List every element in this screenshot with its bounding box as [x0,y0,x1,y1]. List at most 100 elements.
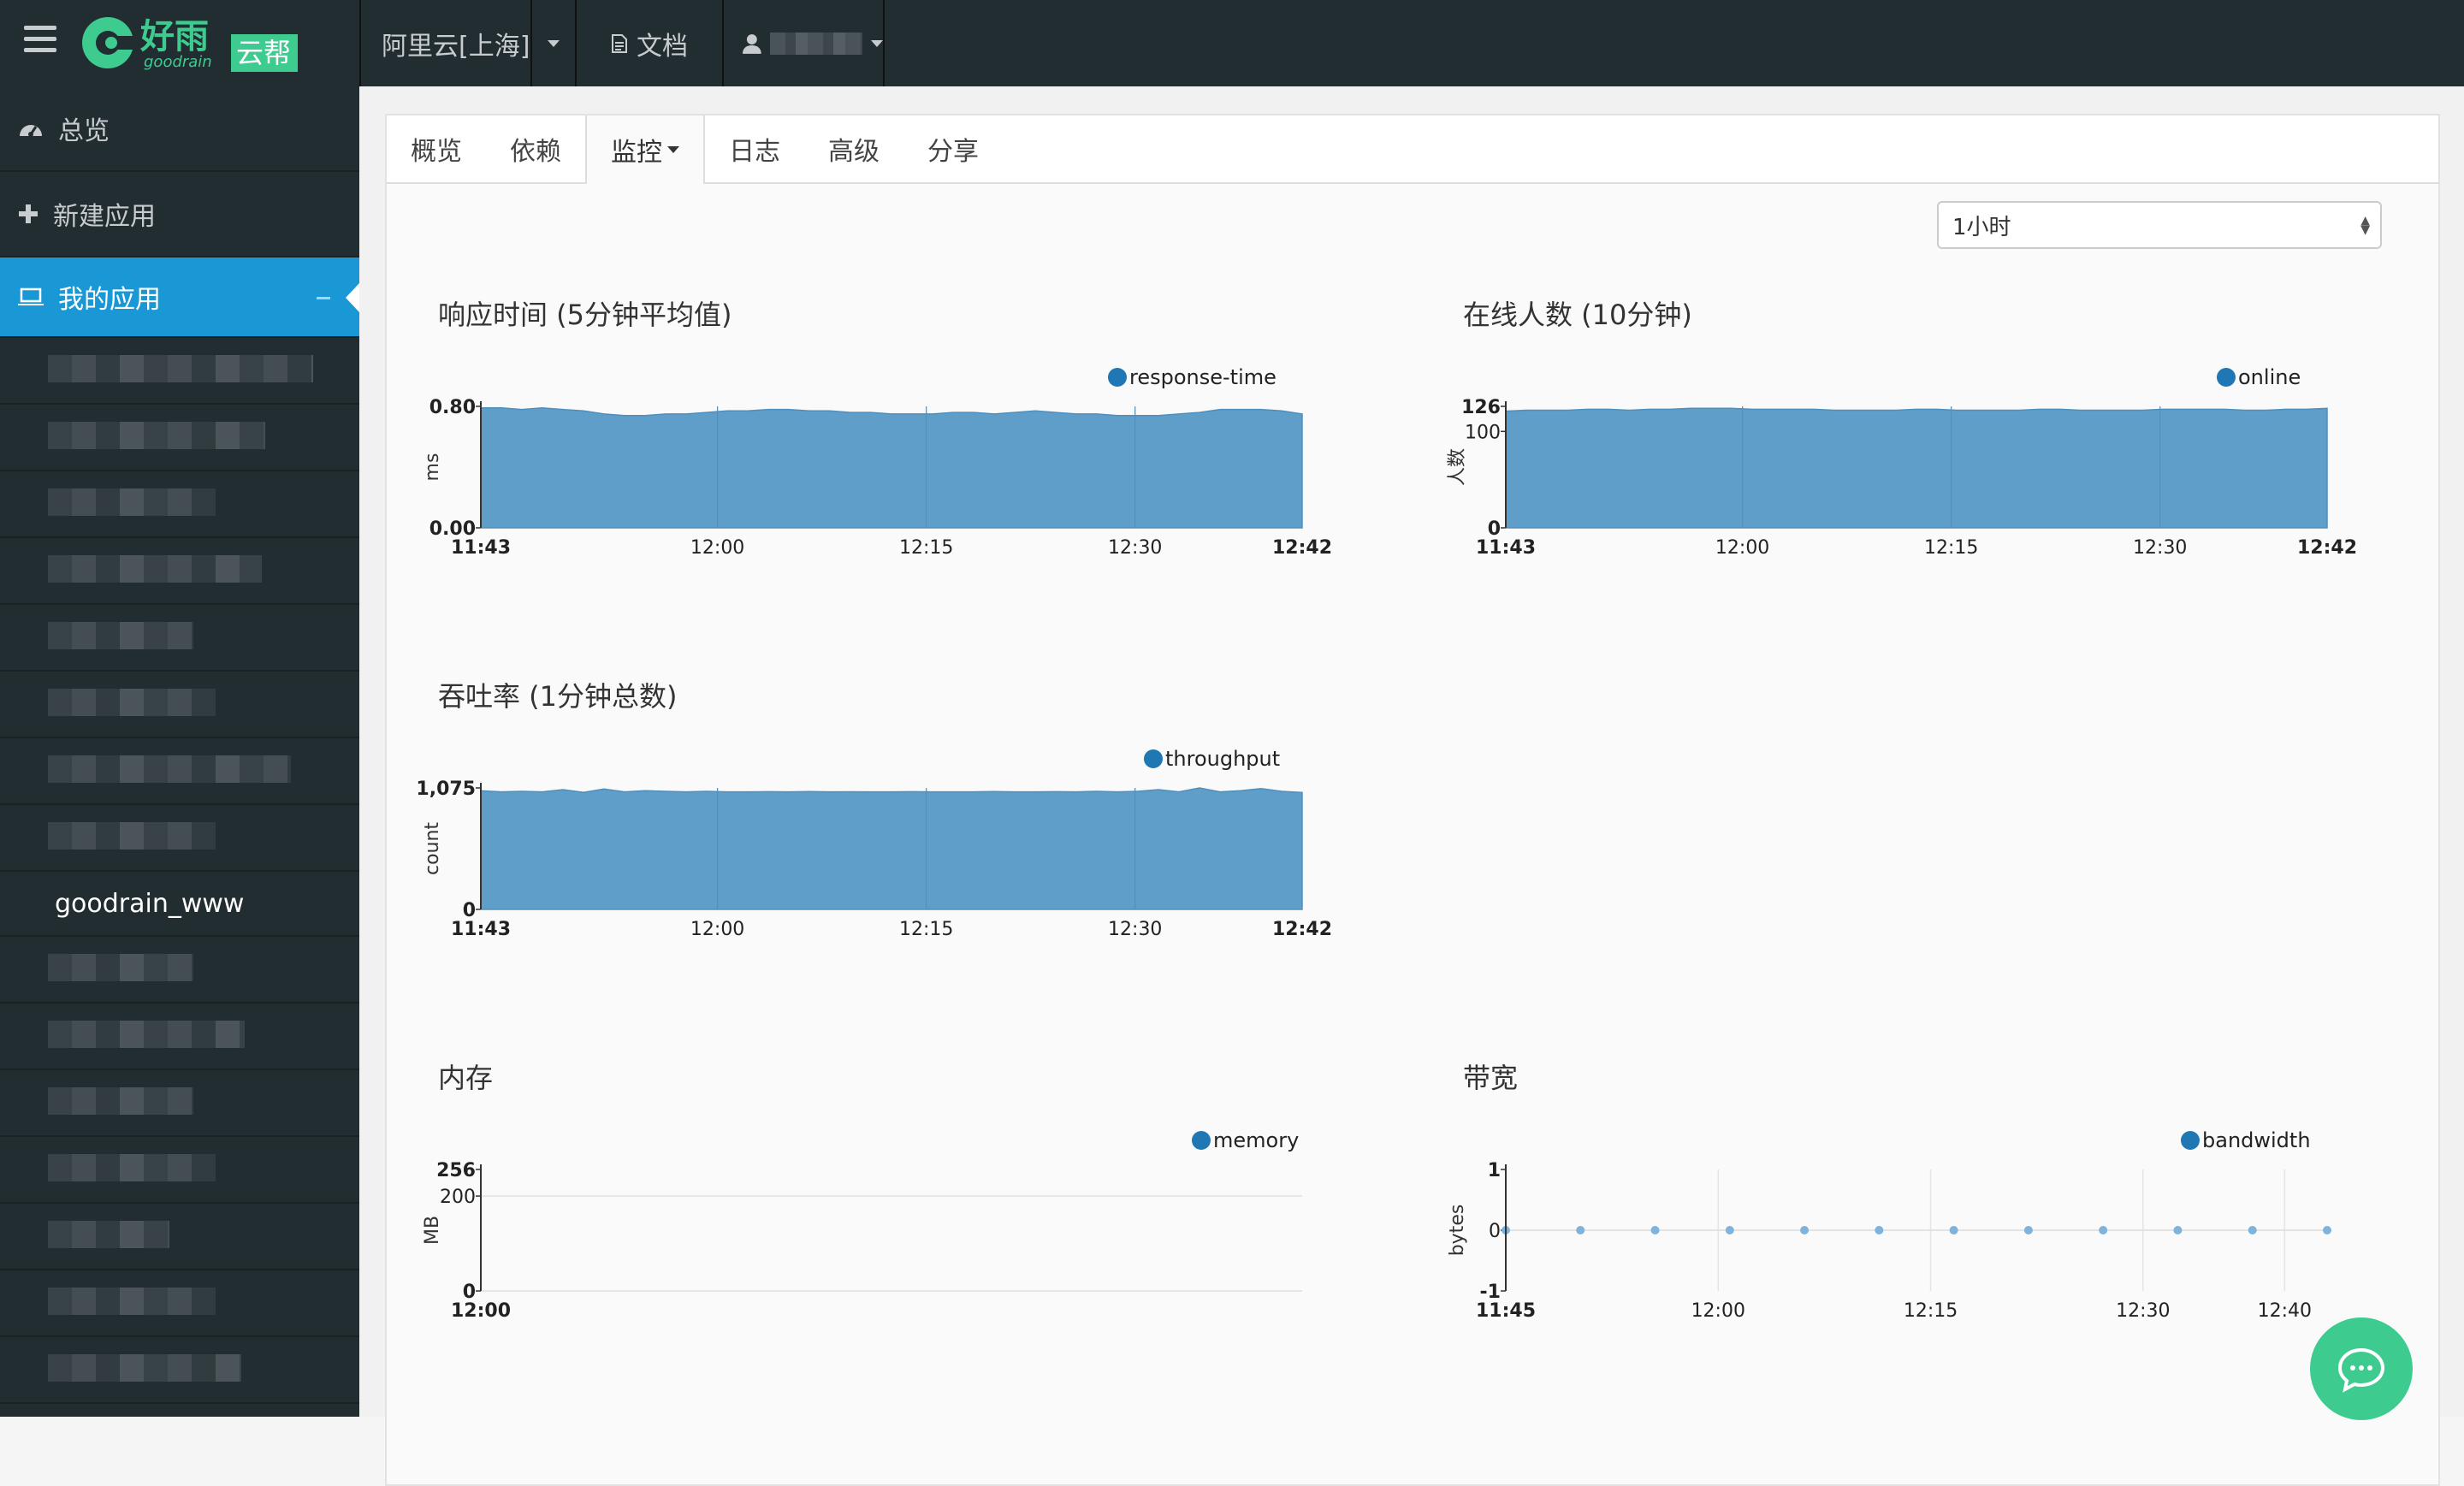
chevron-down-icon [871,39,883,47]
x-tick-label: 12:30 [1108,537,1162,559]
plus-icon [19,204,38,223]
app-list-item[interactable] [0,1404,359,1417]
app-list-item[interactable] [0,1337,359,1404]
app-list-item[interactable] [0,937,359,1003]
region-dropdown-toggle[interactable] [530,0,575,86]
goodrain-logo[interactable]: 好雨 goodrain 云帮 [79,10,301,75]
legend-dot [2217,368,2236,387]
x-tick-label: 12:30 [2116,1300,2170,1322]
app-list-item[interactable] [0,405,359,471]
user-menu[interactable] [722,0,885,86]
legend-label: online [2238,365,2301,389]
x-tick-label: 12:00 [690,919,744,940]
app-list-item[interactable] [0,538,359,605]
y-tick-label: 200 [440,1187,476,1208]
scatter-point [2323,1226,2331,1234]
x-tick-label: 11:43 [451,537,511,559]
legend-label: throughput [1165,747,1280,771]
scatter-point [2248,1226,2257,1234]
x-tick-label: 12:30 [1108,919,1162,940]
document-icon [612,33,627,53]
tab-monitoring[interactable]: 监控 [585,115,705,184]
tab-bar: 概览 依赖 监控 日志 高级 分享 [387,115,2438,184]
chevron-down-icon [667,146,679,153]
y-axis-label: ms [422,453,443,482]
legend-dot [1144,749,1163,768]
legend-label: bandwidth [2202,1128,2311,1152]
dashboard-icon [20,125,42,137]
x-tick-label: 11:45 [1476,1300,1536,1322]
scatter-point [1875,1226,1884,1234]
app-list-item[interactable] [0,338,359,405]
x-tick-label: 12:42 [1272,919,1332,940]
tab-advanced[interactable]: 高级 [804,115,903,182]
x-tick-label: 12:40 [2258,1300,2312,1322]
app-list-item[interactable] [0,1270,359,1337]
y-tick-label: 1,075 [416,779,476,800]
x-tick-label: 12:15 [1904,1300,1958,1322]
y-tick-label: 0.80 [429,397,476,418]
app-list-item[interactable] [0,1070,359,1137]
chart-title-online-users: 在线人数 (10分钟) [1463,299,1692,331]
svg-text:好雨: 好雨 [139,17,209,56]
tab-label: 监控 [611,138,662,168]
app-list-item[interactable] [0,1137,359,1204]
sidebar-item-label: 我的应用 [58,285,161,315]
area-series-online [1505,407,2328,529]
app-list-item[interactable] [0,805,359,872]
x-tick-label: 12:00 [690,537,744,559]
x-tick-label: 11:43 [1476,537,1536,559]
docs-label: 文档 [637,31,688,62]
tab-logs[interactable]: 日志 [705,115,804,182]
sidebar-item-label: 总览 [58,116,110,146]
area-series-response-time [480,407,1303,529]
legend-label: memory [1213,1128,1299,1152]
main-content: 概览 依赖 监控 日志 高级 分享 1小时 ▲ ▼ 响应时间 (5分钟平均值) m… [359,86,2464,1486]
x-tick-label: 12:30 [2133,537,2187,559]
app-list-item[interactable] [0,672,359,738]
time-range-select[interactable]: 1小时 ▲ ▼ [1937,201,2382,249]
app-list-item[interactable] [0,471,359,538]
region-selector[interactable]: 阿里云[上海] [359,0,530,86]
x-tick-label: 12:42 [1272,537,1332,559]
chart-title-memory: 内存 [438,1062,494,1094]
y-tick-label: 0 [1489,1221,1501,1242]
legend-dot [2181,1131,2200,1150]
tab-overview[interactable]: 概览 [387,115,486,182]
app-detail-panel: 概览 依赖 监控 日志 高级 分享 1小时 ▲ ▼ 响应时间 (5分钟平均值) m… [385,114,2440,1486]
x-tick-label: 12:00 [1691,1300,1745,1322]
svg-text:云帮: 云帮 [236,37,291,69]
tab-share[interactable]: 分享 [903,115,1003,182]
memory-chart: MBmemory256200012:00 [422,1128,1302,1322]
y-tick-label: 1 [1488,1160,1501,1181]
chat-support-button[interactable] [2310,1317,2413,1420]
y-axis-label: bytes [1447,1205,1468,1257]
scatter-point [2099,1226,2108,1234]
chart-title-throughput: 吞吐率 (1分钟总数) [438,680,678,713]
sidebar-item-my-apps[interactable]: 我的应用 [0,258,359,338]
app-list-item[interactable] [0,605,359,672]
sidebar: 总览 新建应用 我的应用 goodrain_www [0,86,359,1417]
docs-link[interactable]: 文档 [575,0,722,86]
app-list-item[interactable]: goodrain_www [0,872,359,937]
sidebar-item-new-app[interactable]: 新建应用 [0,172,359,258]
x-tick-label: 12:15 [899,919,953,940]
x-tick-label: 12:15 [1924,537,1978,559]
chart-title-response-time: 响应时间 (5分钟平均值) [438,299,732,331]
scatter-point [1949,1226,1958,1234]
collapse-icon[interactable] [317,297,330,299]
app-list-item[interactable] [0,1204,359,1270]
top-navbar: 好雨 goodrain 云帮 阿里云[上海] 文档 [0,0,2464,86]
menu-toggle-icon[interactable] [24,26,56,53]
app-list-item[interactable] [0,738,359,805]
app-list-item[interactable] [0,1003,359,1070]
tab-dependencies[interactable]: 依赖 [486,115,585,182]
scatter-point [1650,1226,1660,1234]
x-tick-label: 12:42 [2297,537,2357,559]
chart-title-bandwidth: 带宽 [1463,1062,1519,1094]
time-range-value: 1小时 [1952,214,2011,240]
laptop-icon [18,287,44,305]
x-tick-label: 11:43 [451,919,511,940]
sidebar-item-overview[interactable]: 总览 [0,86,359,172]
scatter-point [1800,1226,1810,1234]
